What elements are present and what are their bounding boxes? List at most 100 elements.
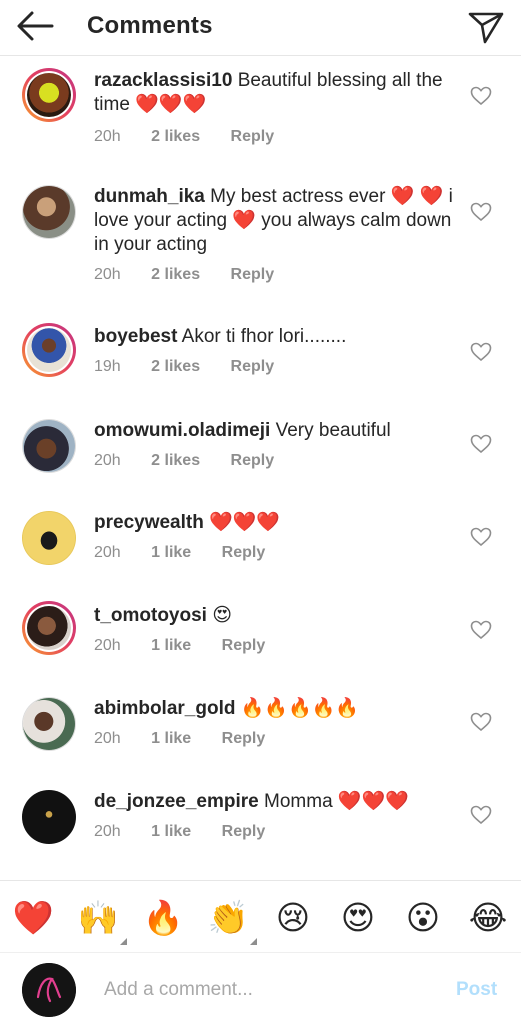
avatar[interactable] <box>22 697 76 751</box>
comment-meta: 20h 1 like Reply <box>94 730 291 748</box>
profile-logo-icon <box>22 963 76 1017</box>
comment-text: omowumi.oladimeji Very beautiful <box>94 419 464 443</box>
my-avatar[interactable] <box>22 963 76 1017</box>
like-comment-button[interactable] <box>470 86 492 106</box>
raising-hands-icon: 🙌 <box>77 899 119 936</box>
comment-username[interactable]: omowumi.oladimeji <box>94 420 270 441</box>
send-button[interactable] <box>466 6 506 46</box>
quick-reactions-bar: ❤️ 🙌 🔥 👏 😢 😍 😮 😂 <box>0 880 521 952</box>
like-comment-button[interactable] <box>470 527 492 547</box>
comments-list[interactable]: razacklassisi10 Beautiful blessing all t… <box>0 56 521 880</box>
comment-meta: 19h 2 likes Reply <box>94 358 300 376</box>
like-comment-button[interactable] <box>470 805 492 825</box>
reaction-surprised-button[interactable]: 😮 <box>402 897 444 939</box>
back-arrow-icon <box>17 11 54 41</box>
skin-tone-indicator <box>120 938 127 945</box>
reply-button[interactable]: Reply <box>231 452 275 469</box>
reply-button[interactable]: Reply <box>222 637 266 654</box>
reply-button[interactable]: Reply <box>231 266 275 283</box>
reply-button[interactable]: Reply <box>222 544 266 561</box>
comment-username[interactable]: abimbolar_gold <box>94 698 235 719</box>
clapping-hands-icon: 👏 <box>207 899 249 936</box>
comment-text: de_jonzee_empire Momma ❤️❤️❤️ <box>94 790 464 814</box>
reply-button[interactable]: Reply <box>231 128 275 145</box>
reaction-laughing-button[interactable]: 😂 <box>467 897 509 939</box>
like-comment-button[interactable] <box>470 712 492 732</box>
reaction-clapping-button[interactable]: 👏 <box>207 897 257 945</box>
avatar[interactable] <box>22 185 76 239</box>
reply-button[interactable]: Reply <box>231 358 275 375</box>
avatar[interactable] <box>22 419 76 473</box>
comment-text: precywealth ❤️❤️❤️ <box>94 511 464 535</box>
comment-time: 20h <box>94 544 121 561</box>
avatar[interactable] <box>22 511 76 565</box>
page-title: Comments <box>87 12 213 39</box>
skin-tone-indicator <box>250 938 257 945</box>
like-comment-button[interactable] <box>470 434 492 454</box>
back-button[interactable] <box>14 8 58 44</box>
comment-username[interactable]: dunmah_ika <box>94 186 205 207</box>
comment-time: 20h <box>94 637 121 654</box>
comment-username[interactable]: razacklassisi10 <box>94 70 232 91</box>
comment-text: boyebest Akor ti fhor lori........ <box>94 325 464 349</box>
comment-likes[interactable]: 2 likes <box>151 358 200 375</box>
comment-meta: 20h 1 like Reply <box>94 544 291 562</box>
comment-username[interactable]: precywealth <box>94 512 204 533</box>
comment-likes[interactable]: 1 like <box>151 730 191 747</box>
like-comment-button[interactable] <box>470 620 492 640</box>
comment-body: Very beautiful <box>275 420 391 441</box>
avatar[interactable] <box>22 323 76 377</box>
avatar[interactable] <box>22 601 76 655</box>
heart-outline-icon <box>470 202 492 222</box>
comment-username[interactable]: t_omotoyosi <box>94 605 207 626</box>
reply-button[interactable]: Reply <box>222 730 266 747</box>
reaction-heart-button[interactable]: ❤️ <box>12 897 54 939</box>
comment-composer: Post <box>0 952 521 1024</box>
comment-meta: 20h 2 likes Reply <box>94 266 300 284</box>
comment-text: t_omotoyosi 😍 <box>94 604 464 628</box>
reaction-heart-eyes-button[interactable]: 😍 <box>337 897 379 939</box>
heart-outline-icon <box>470 712 492 732</box>
heart-outline-icon <box>470 86 492 106</box>
heart-outline-icon <box>470 527 492 547</box>
comment-time: 19h <box>94 358 121 375</box>
comment-meta: 20h 1 like Reply <box>94 637 291 655</box>
reply-button[interactable]: Reply <box>222 823 266 840</box>
send-icon <box>468 12 504 44</box>
avatar[interactable] <box>22 68 76 122</box>
comment-text: dunmah_ika My best actress ever ❤️ ❤️ i … <box>94 185 464 257</box>
comment-text: razacklassisi10 Beautiful blessing all t… <box>94 69 464 117</box>
like-comment-button[interactable] <box>470 342 492 362</box>
like-comment-button[interactable] <box>470 202 492 222</box>
post-button[interactable]: Post <box>456 979 497 1001</box>
comment-body: Momma ❤️❤️❤️ <box>264 791 409 812</box>
comment-time: 20h <box>94 730 121 747</box>
comment-time: 20h <box>94 266 121 283</box>
comment-likes[interactable]: 1 like <box>151 544 191 561</box>
comment-body: 😍 <box>212 605 233 626</box>
comment-body: ❤️❤️❤️ <box>209 512 281 533</box>
heart-outline-icon <box>470 342 492 362</box>
comment-likes[interactable]: 1 like <box>151 823 191 840</box>
comment-username[interactable]: boyebest <box>94 326 177 347</box>
comment-input[interactable] <box>104 975 434 1005</box>
comment-meta: 20h 2 likes Reply <box>94 128 300 146</box>
avatar[interactable] <box>22 790 76 844</box>
reaction-fire-button[interactable]: 🔥 <box>142 897 184 939</box>
comment-username[interactable]: de_jonzee_empire <box>94 791 259 812</box>
comment-likes[interactable]: 2 likes <box>151 266 200 283</box>
comment-meta: 20h 1 like Reply <box>94 823 291 841</box>
heart-outline-icon <box>470 805 492 825</box>
heart-outline-icon <box>470 434 492 454</box>
comment-likes[interactable]: 2 likes <box>151 128 200 145</box>
comment-meta: 20h 2 likes Reply <box>94 452 300 470</box>
comment-body: Akor ti fhor lori........ <box>181 326 347 347</box>
comment-body: 🔥🔥🔥🔥🔥 <box>240 698 360 719</box>
reaction-raising-hands-button[interactable]: 🙌 <box>77 897 127 945</box>
reaction-crying-button[interactable]: 😢 <box>272 897 314 939</box>
comment-text: abimbolar_gold 🔥🔥🔥🔥🔥 <box>94 697 464 721</box>
comment-time: 20h <box>94 823 121 840</box>
comment-likes[interactable]: 1 like <box>151 637 191 654</box>
comment-likes[interactable]: 2 likes <box>151 452 200 469</box>
comment-time: 20h <box>94 128 121 145</box>
